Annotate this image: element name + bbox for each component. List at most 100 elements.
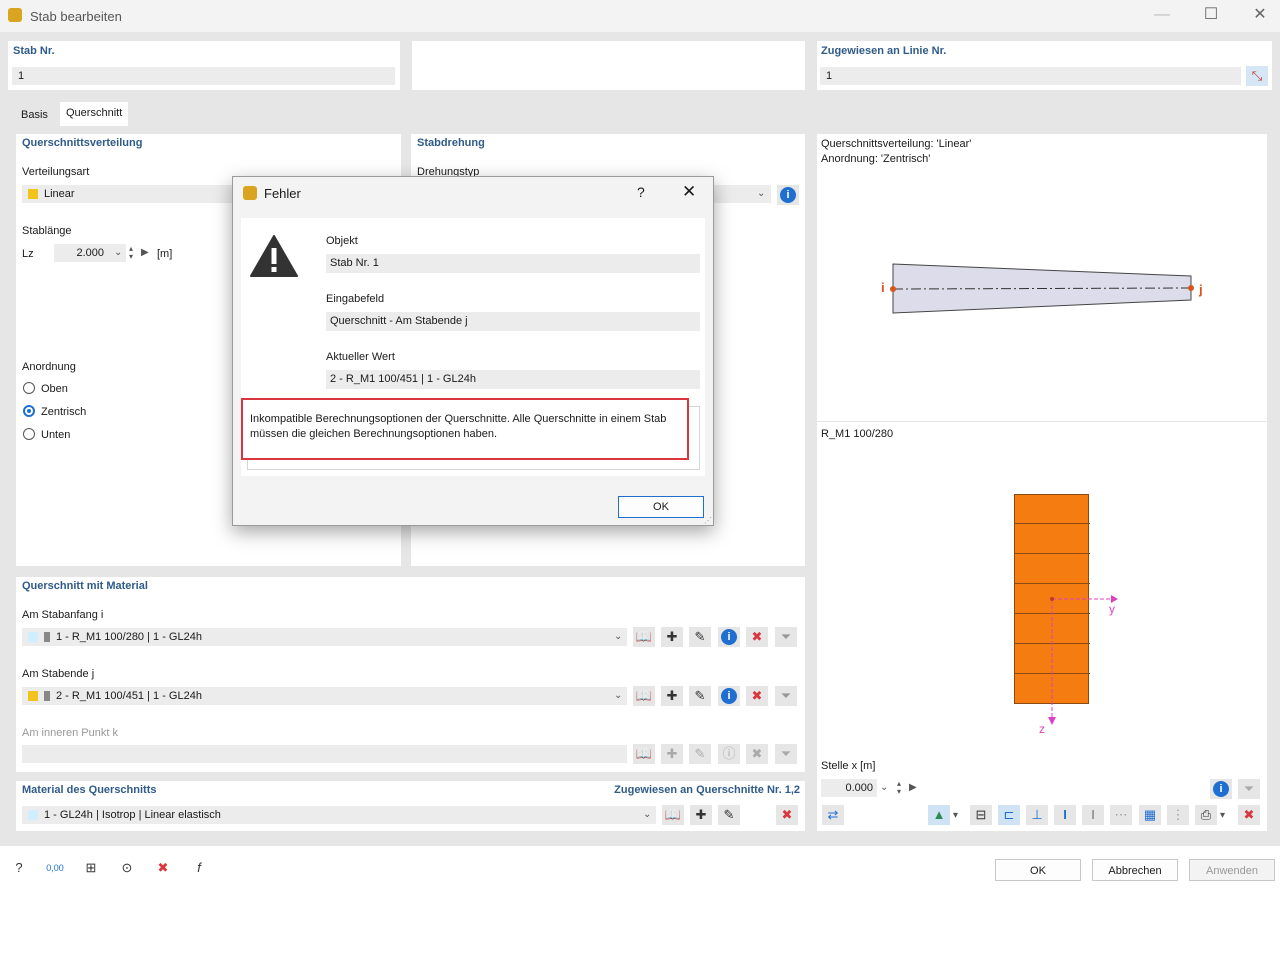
dialog-ok-button[interactable]: OK <box>618 496 704 518</box>
view-tool-7-button[interactable]: ⋯ <box>1110 805 1132 825</box>
assigned-line-field[interactable]: 1 <box>820 67 1241 85</box>
inner-edit-button[interactable]: ✎ <box>689 744 711 764</box>
input-field-value: Querschnitt - Am Stabende j <box>326 312 700 331</box>
distribution-type-select[interactable]: Linear <box>22 185 232 203</box>
material-delete-button[interactable]: ✖ <box>776 805 798 825</box>
ok-button[interactable]: OK <box>995 859 1081 881</box>
current-value-label: Aktueller Wert <box>326 351 395 363</box>
position-spinner-icon[interactable]: ▴ ▾ <box>897 780 901 796</box>
maximize-button[interactable]: ☐ <box>1196 4 1226 28</box>
node-i-dot <box>890 286 896 292</box>
end-delete-button[interactable]: ✖ <box>746 686 768 706</box>
view-render-button[interactable]: ▲ <box>928 805 950 825</box>
input-field-label: Eingabefeld <box>326 293 385 305</box>
end-edit-button[interactable]: ✎ <box>689 686 711 706</box>
end-section-dropdown-icon[interactable]: ⌄ <box>614 690 622 701</box>
start-filter-button[interactable]: ⏷ <box>775 627 797 647</box>
position-arrow-right-icon[interactable]: ▶ <box>909 782 917 793</box>
start-edit-button[interactable]: ✎ <box>689 627 711 647</box>
length-unit: [m] <box>157 248 173 260</box>
units-tool-button[interactable]: 0,00 <box>44 858 66 878</box>
tool-4-button[interactable]: ⊙ <box>116 858 138 878</box>
start-info-button[interactable]: i <box>718 627 740 647</box>
length-symbol: Lz <box>22 248 34 260</box>
start-section-dropdown-icon[interactable]: ⌄ <box>614 631 622 642</box>
end-filter-button[interactable]: ⏷ <box>775 686 797 706</box>
position-dropdown-icon[interactable]: ⌄ <box>880 782 888 793</box>
cancel-button[interactable]: Abbrechen <box>1092 859 1178 881</box>
assigned-line-panel: Zugewiesen an Linie Nr. 1 ⤡ <box>817 41 1272 90</box>
print-button[interactable]: ⎙ <box>1195 805 1217 825</box>
end-section-select[interactable]: 2 - R_M1 100/451 | 1 - GL24h <box>22 687 627 705</box>
app-icon <box>8 8 22 22</box>
dialog-help-button[interactable]: ? <box>637 184 645 200</box>
material-new-button[interactable]: ✚ <box>690 805 712 825</box>
view-render-dropdown-icon[interactable]: ▾ <box>953 810 958 821</box>
dialog-resize-grip[interactable]: ⋰ <box>704 516 712 525</box>
view-tool-3-button[interactable]: ⊏ <box>998 805 1020 825</box>
inner-delete-button[interactable]: ✖ <box>746 744 768 764</box>
view-tool-2-button[interactable]: ⊟ <box>970 805 992 825</box>
position-input[interactable]: 0.000 <box>821 779 877 797</box>
inner-point-select[interactable] <box>22 745 627 763</box>
dialog-close-button[interactable]: ✕ <box>682 182 696 202</box>
apply-button[interactable]: Anwenden <box>1189 859 1275 881</box>
view-grid-button[interactable]: ▦ <box>1139 805 1161 825</box>
length-spinner-icon[interactable]: ▴ ▾ <box>129 245 133 261</box>
pick-line-button[interactable]: ⤡ <box>1246 66 1268 86</box>
close-button[interactable]: ✕ <box>1245 4 1275 28</box>
material-library-button[interactable]: 📖 <box>662 805 684 825</box>
alignment-option-unten[interactable]: Unten <box>22 428 102 442</box>
print-dropdown-icon[interactable]: ▾ <box>1220 810 1225 821</box>
rotation-dropdown-icon[interactable]: ⌄ <box>757 188 765 199</box>
inner-library-button[interactable]: 📖 <box>633 744 655 764</box>
help-tool-button[interactable]: ? <box>8 858 30 878</box>
end-new-button[interactable]: ✚ <box>661 686 683 706</box>
minimize-button[interactable]: — <box>1147 4 1177 28</box>
error-message: Inkompatible Berechnungsoptionen der Que… <box>250 413 667 440</box>
view-tool-4-button[interactable]: ⊥ <box>1026 805 1048 825</box>
length-arrow-right-icon[interactable]: ▶ <box>141 247 149 258</box>
tab-basis[interactable]: Basis <box>15 104 54 126</box>
start-delete-button[interactable]: ✖ <box>746 627 768 647</box>
material-select[interactable]: 1 - GL24h | Isotrop | Linear elastisch <box>22 806 656 824</box>
rotation-info-button[interactable]: i <box>777 185 799 205</box>
inner-filter-button[interactable]: ⏷ <box>775 744 797 764</box>
end-library-button[interactable]: 📖 <box>633 686 655 706</box>
start-library-button[interactable]: 📖 <box>633 627 655 647</box>
start-section-select[interactable]: 1 - R_M1 100/280 | 1 - GL24h <box>22 628 627 646</box>
radio-oben[interactable] <box>23 382 35 394</box>
end-section-label: Am Stabende j <box>22 668 95 680</box>
length-label: Stablänge <box>22 225 72 237</box>
material-dropdown-icon[interactable]: ⌄ <box>643 809 651 820</box>
start-new-button[interactable]: ✚ <box>661 627 683 647</box>
tab-querschnitt[interactable]: Querschnitt <box>60 102 129 126</box>
preview-info-button[interactable]: i <box>1210 779 1232 799</box>
member-no-field[interactable]: 1 <box>12 67 395 85</box>
info-icon: i <box>721 629 737 645</box>
end-info-button[interactable]: i <box>718 686 740 706</box>
preview-filter-button[interactable]: ⏷ <box>1238 779 1260 799</box>
material-edit-button[interactable]: ✎ <box>718 805 740 825</box>
alignment-unten-label: Unten <box>41 429 71 441</box>
length-dropdown-icon[interactable]: ⌄ <box>114 247 122 258</box>
view-section-icon-button[interactable]: I <box>1054 805 1076 825</box>
alignment-option-zentrisch[interactable]: Zentrisch <box>22 405 102 419</box>
inner-new-button[interactable]: ✚ <box>661 744 683 764</box>
radio-unten[interactable] <box>23 428 35 440</box>
material-panel: Material des Querschnitts Zugewiesen an … <box>16 781 805 831</box>
window-title: Stab bearbeiten <box>30 9 122 24</box>
tool-5-button[interactable]: ✖ <box>152 858 174 878</box>
view-tool-6-button[interactable]: I <box>1082 805 1104 825</box>
reset-view-button[interactable]: ✖ <box>1238 805 1260 825</box>
radio-zentrisch[interactable] <box>23 405 35 417</box>
formula-tool-button[interactable]: f <box>188 858 210 878</box>
view-swap-button[interactable]: ⇄ <box>822 805 844 825</box>
alignment-option-oben[interactable]: Oben <box>22 382 102 396</box>
inner-info-button[interactable]: ⓘ <box>718 744 740 764</box>
tool-3-button[interactable]: ⊞ <box>80 858 102 878</box>
info-icon: i <box>1213 781 1229 797</box>
units-tool-label: 0,00 <box>46 863 64 873</box>
view-tool-9-button[interactable]: ⋮ <box>1167 805 1189 825</box>
alignment-zentrisch-label: Zentrisch <box>41 406 87 418</box>
